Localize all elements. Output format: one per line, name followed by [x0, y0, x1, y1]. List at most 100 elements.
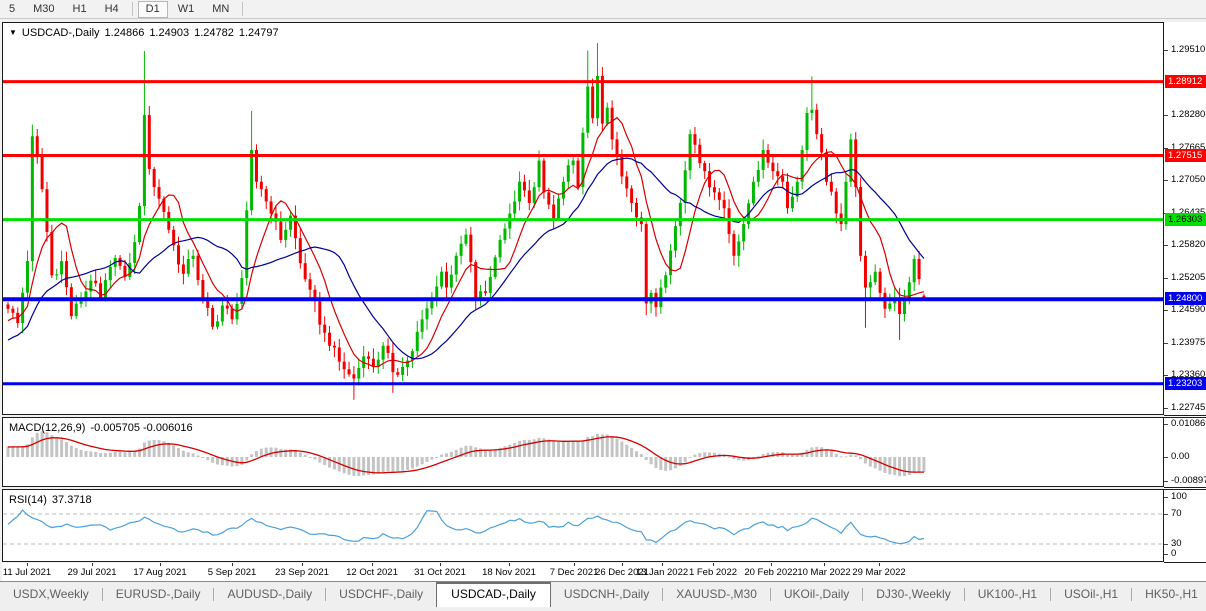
toolbar-separator [131, 2, 133, 16]
axis-tick-mark [1164, 343, 1168, 344]
date-tick-mark [232, 563, 233, 566]
date-tick-mark [302, 563, 303, 566]
date-tick-mark [372, 563, 373, 566]
candlestick-chart-svg [3, 43, 1163, 400]
symbol-dropdown-icon[interactable]: ▼ [9, 28, 17, 37]
axis-tick-mark [1164, 544, 1168, 545]
price-axis-label: 1.28280 [1171, 109, 1206, 120]
pane-separator [1164, 562, 1206, 563]
price-level-badge: 1.24800 [1165, 292, 1206, 305]
date-axis-label: 29 Mar 2022 [852, 567, 906, 578]
price-axis-label: 1.29510 [1171, 44, 1206, 55]
symbol-tabbar: USDX,Weekly EURUSD-,Daily AUDUSD-,Daily USD… [0, 581, 1206, 611]
date-axis-label: 11 Jul 2021 [2, 567, 52, 578]
axis-tick-mark [1164, 50, 1168, 51]
symbol-tab-uk100-[interactable]: UK100-,H1 [965, 583, 1050, 606]
toolbar-separator [242, 2, 244, 16]
axis-tick-mark [1164, 180, 1168, 181]
mt4-window: 5 M30 H1 H4 D1 W1 MN ▼ USDCAD-,Daily 1.24866 1.24… [0, 0, 1206, 611]
axis-tick-mark [1164, 497, 1168, 498]
rsi-axis-label: 70 [1171, 508, 1182, 519]
date-axis-label: 7 Dec 2021 [549, 567, 599, 578]
date-tick-mark [160, 563, 161, 566]
date-axis-label: 29 Jul 2021 [67, 567, 117, 578]
price-chart-pane[interactable]: ▼ USDCAD-,Daily 1.24866 1.24903 1.24782 1.247… [2, 22, 1164, 415]
timeframe-button-5[interactable]: 5 [1, 1, 23, 18]
ohlc-open: 1.24866 [104, 27, 145, 39]
rsi-value: 37.3718 [51, 494, 92, 506]
date-axis-label: 20 Feb 2022 [744, 567, 798, 578]
date-axis-label: 12 Oct 2021 [346, 567, 398, 578]
rsi-chart-svg [3, 509, 1163, 545]
price-axis-label: 1.23975 [1171, 337, 1206, 348]
axis-tick-mark [1164, 375, 1168, 376]
rsi-label: RSI(14) 37.3718 [9, 494, 92, 506]
axis-tick-mark [1164, 514, 1168, 515]
pane-separator [1164, 415, 1206, 416]
timeframe-button-d1[interactable]: D1 [137, 0, 168, 18]
symbol-tab-usoil-[interactable]: USOil-,H1 [1051, 583, 1131, 606]
date-tick-mark [509, 563, 510, 566]
pane-separator [1164, 489, 1206, 490]
price-level-badge: 1.27515 [1165, 149, 1206, 162]
date-axis-label: 23 Sep 2021 [275, 567, 329, 578]
price-axis-label: 1.24590 [1171, 304, 1206, 315]
ohlc-high: 1.24903 [149, 27, 190, 39]
macd-label: MACD(12,26,9) -0.005705 -0.006016 [9, 422, 193, 434]
symbol-tab-audusd-[interactable]: AUDUSD-,Daily [214, 583, 325, 606]
timeframe-button-h1[interactable]: H1 [65, 1, 95, 18]
price-axis-label: 1.22745 [1171, 402, 1206, 413]
axis-tick-mark [1164, 457, 1168, 458]
axis-tick-mark [1164, 481, 1168, 482]
symbol-tab-ukoil-[interactable]: UKOil-,Daily [771, 583, 862, 606]
date-axis-label: 13 Jan 2022 [635, 567, 689, 578]
price-level-badge: 1.28912 [1165, 75, 1206, 88]
price-axis-label: 1.25820 [1171, 239, 1206, 250]
ohlc-low: 1.24782 [194, 27, 234, 39]
axis-tick-mark [1164, 245, 1168, 246]
timeframe-button-m30[interactable]: M30 [25, 1, 62, 18]
date-tick-mark [574, 563, 575, 566]
axis-tick-mark [1164, 310, 1168, 311]
price-level-badge: 1.23203 [1165, 377, 1206, 390]
price-axis-label: 1.25205 [1171, 272, 1206, 283]
symbol-tab-eurusd-[interactable]: EURUSD-,Daily [103, 583, 214, 606]
macd-axis-label: -0.00897 [1171, 475, 1206, 486]
axis-tick-mark [1164, 278, 1168, 279]
macd-values: -0.005705 -0.006016 [90, 422, 193, 434]
axis-tick-mark [1164, 408, 1168, 409]
date-axis-label: 18 Nov 2021 [482, 567, 536, 578]
date-tick-mark [622, 563, 623, 566]
rsi-name: RSI(14) [9, 494, 47, 506]
timeframe-button-mn[interactable]: MN [204, 1, 237, 18]
symbol-tab-usdcad-[interactable]: USDCAD-,Daily [436, 581, 551, 607]
date-tick-mark [440, 563, 441, 566]
rsi-axis-label: 0 [1171, 548, 1177, 559]
date-tick-mark [824, 563, 825, 566]
date-axis-label: 10 Mar 2022 [797, 567, 851, 578]
price-axis: 1.295101.282801.276651.270501.264351.258… [1164, 22, 1206, 581]
date-axis-label: 31 Oct 2021 [414, 567, 466, 578]
chart-title: ▼ USDCAD-,Daily 1.24866 1.24903 1.24782 1.247… [9, 27, 279, 39]
symbol-tab-xauusd-[interactable]: XAUUSD-,M30 [663, 583, 770, 606]
axis-tick-mark [1164, 115, 1168, 116]
date-tick-mark [662, 563, 663, 566]
macd-axis-label: 0.00 [1171, 451, 1190, 462]
macd-pane[interactable]: MACD(12,26,9) -0.005705 -0.006016 [2, 417, 1164, 487]
timeframe-button-w1[interactable]: W1 [170, 1, 203, 18]
date-axis-label: 17 Aug 2021 [133, 567, 187, 578]
date-tick-mark [92, 563, 93, 566]
macd-axis-label: 0.010869 [1171, 418, 1206, 429]
timeframe-toolbar: 5 M30 H1 H4 D1 W1 MN [0, 0, 1206, 19]
symbol-tab-usdcnh-[interactable]: USDCNH-,Daily [551, 583, 662, 606]
symbol-tab-hk50-[interactable]: HK50-,H1 [1132, 583, 1206, 606]
timeframe-button-h4[interactable]: H4 [97, 1, 127, 18]
date-tick-mark [713, 563, 714, 566]
symbol-tab-usdx[interactable]: USDX,Weekly [0, 583, 102, 606]
rsi-pane[interactable]: RSI(14) 37.3718 [2, 489, 1164, 562]
date-tick-mark [879, 563, 880, 566]
symbol-tab-usdchf-[interactable]: USDCHF-,Daily [326, 583, 436, 606]
symbol-tab-dj30-[interactable]: DJ30-,Weekly [863, 583, 963, 606]
date-axis: 11 Jul 2021 29 Jul 2021 17 Aug 2021 5 Sep 2… [2, 563, 1164, 581]
date-tick-mark [27, 563, 28, 566]
